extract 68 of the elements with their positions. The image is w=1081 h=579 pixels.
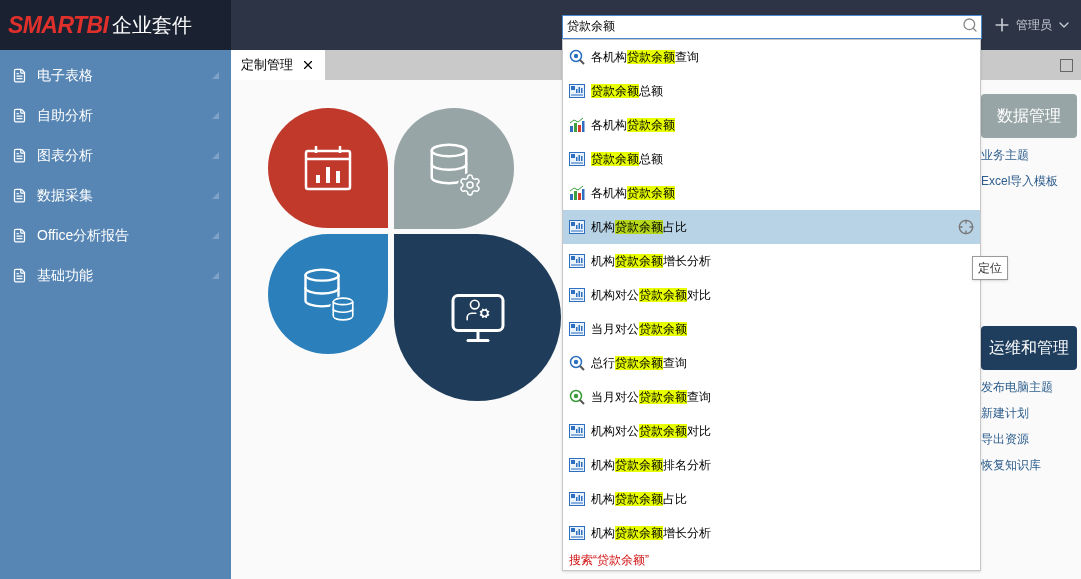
magnifier-icon: [569, 49, 585, 65]
suggestion-item[interactable]: 各机构贷款余额: [563, 176, 980, 210]
triangle-icon: [212, 71, 219, 79]
section-link[interactable]: 新建计划: [981, 404, 1077, 422]
magnifier-icon: [569, 355, 585, 371]
sidebar-item[interactable]: 电子表格: [0, 55, 231, 95]
section-link[interactable]: 业务主题: [981, 146, 1077, 164]
locate-icon[interactable]: [958, 219, 974, 235]
report-icon: [569, 220, 585, 234]
sidebar-item[interactable]: Office分析报告: [0, 215, 231, 255]
report-icon: [569, 492, 585, 506]
suggestion-item[interactable]: 总行贷款余额查询: [563, 346, 980, 380]
calendar-chart-icon: [304, 145, 352, 191]
report-icon: [569, 526, 585, 540]
triangle-icon: [212, 231, 219, 239]
suggestion-item[interactable]: 各机构贷款余额: [563, 108, 980, 142]
sidebar-item[interactable]: 图表分析: [0, 135, 231, 175]
maximize-icon[interactable]: [1060, 59, 1073, 72]
triangle-icon: [212, 111, 219, 119]
magnifier-icon: [569, 389, 585, 405]
sidebar-item[interactable]: 基础功能: [0, 255, 231, 295]
document-icon: [12, 107, 27, 123]
suggestion-item[interactable]: 机构贷款余额占比: [563, 482, 980, 516]
report-icon: [569, 288, 585, 302]
section-header: 数据管理: [981, 94, 1077, 138]
suggestion-item[interactable]: 各机构贷款余额查询: [563, 40, 980, 74]
section-link[interactable]: 导出资源: [981, 430, 1077, 448]
product-name: 企业套件: [112, 12, 193, 39]
triangle-icon: [212, 191, 219, 199]
sidebar-item[interactable]: 数据采集: [0, 175, 231, 215]
suggestion-item[interactable]: 贷款余额总额: [563, 74, 980, 108]
sidebar-item[interactable]: 自助分析: [0, 95, 231, 135]
document-icon: [12, 187, 27, 203]
search-all-link[interactable]: 搜索“贷款余额”: [563, 550, 980, 570]
tooltip: 定位: [972, 256, 1008, 280]
report-icon: [569, 254, 585, 268]
suggestion-item[interactable]: 机构对公贷款余额对比: [563, 278, 980, 312]
bar-chart-icon: [569, 117, 585, 133]
user-menu[interactable]: 管理员: [1016, 16, 1072, 34]
suggestion-item[interactable]: 贷款余额总额: [563, 142, 980, 176]
document-icon: [12, 227, 27, 243]
section-link[interactable]: 发布电脑主题: [981, 378, 1077, 396]
document-icon: [12, 147, 27, 163]
triangle-icon: [212, 271, 219, 279]
admin-petal[interactable]: [394, 234, 561, 401]
tab[interactable]: 定制管理: [231, 50, 325, 80]
suggestion-item[interactable]: 机构贷款余额增长分析: [563, 516, 980, 550]
close-icon[interactable]: [301, 58, 315, 72]
document-icon: [12, 67, 27, 83]
suggestion-item[interactable]: 当月对公贷款余额: [563, 312, 980, 346]
suggestion-item[interactable]: 机构对公贷款余额对比: [563, 414, 980, 448]
logo: SMARTBI: [8, 10, 109, 40]
search-icon[interactable]: [962, 17, 978, 33]
section-link[interactable]: 恢复知识库: [981, 456, 1077, 474]
triangle-icon: [212, 151, 219, 159]
document-icon: [12, 267, 27, 283]
report-icon: [569, 84, 585, 98]
report-icon: [569, 322, 585, 336]
report-icon: [569, 458, 585, 472]
suggestion-item[interactable]: 当月对公贷款余额查询: [563, 380, 980, 414]
report-icon: [569, 152, 585, 166]
suggestion-item[interactable]: 机构贷款余额排名分析: [563, 448, 980, 482]
report-icon: [569, 424, 585, 438]
section-header: 运维和管理: [981, 326, 1077, 370]
suggestion-item[interactable]: 机构贷款余额占比: [563, 210, 980, 244]
bar-chart-icon: [569, 185, 585, 201]
search-field[interactable]: 贷款余额: [562, 14, 982, 39]
section-link[interactable]: Excel导入模板: [981, 172, 1077, 190]
